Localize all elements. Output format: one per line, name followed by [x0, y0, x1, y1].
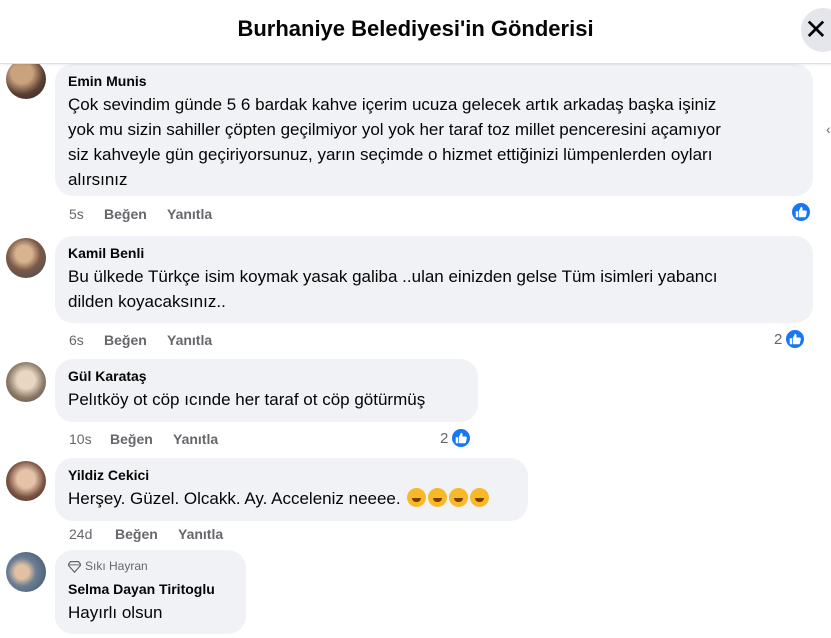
comment-text-line: Hayırlı olsun	[68, 603, 163, 622]
laughing-emoji-icon	[470, 488, 490, 507]
reaction-count: 2	[774, 330, 783, 348]
close-button[interactable]: ✕	[801, 8, 831, 52]
laughing-emoji-icon	[449, 488, 469, 507]
reaction-count: 2	[440, 429, 449, 447]
avatar[interactable]	[6, 362, 46, 402]
comment-text-line: alırsınız	[68, 170, 128, 189]
comment-author[interactable]: Yildiz Cekici	[68, 466, 515, 484]
reply-button[interactable]: Yanıtla	[178, 526, 223, 542]
reply-button[interactable]: Yanıtla	[167, 332, 212, 348]
comment-text: Hayırlı olsun	[68, 600, 233, 625]
comment-bubble: Kamil Benli Bu ülkede Türkçe isim koymak…	[55, 236, 813, 323]
reaction-summary[interactable]: 2	[774, 328, 807, 350]
top-fan-label: Sıkı Hayran	[85, 559, 148, 573]
comment-text-line: Bu ülkede Türkçe isim koymak yasak galib…	[68, 267, 718, 286]
comment-text-line: Çok sevindim günde 5 6 bardak kahve içer…	[68, 95, 717, 114]
dialog-header: Burhaniye Belediyesi'in Gönderisi ✕	[0, 0, 831, 64]
reaction-summary[interactable]	[788, 201, 812, 223]
comment-author[interactable]: Gül Karataş	[68, 367, 465, 385]
like-button[interactable]: Beğen	[115, 526, 158, 542]
comment-text-line: siz kahveyle gün geçiriyorsunuz, yarın s…	[68, 145, 713, 164]
dialog-title: Burhaniye Belediyesi'in Gönderisi	[237, 16, 594, 41]
laughing-emoji-icon	[407, 488, 427, 507]
avatar[interactable]	[6, 552, 46, 592]
comment-time[interactable]: 24d	[69, 526, 92, 542]
like-icon	[450, 427, 473, 449]
comment-text: Çok sevindim günde 5 6 bardak kahve içer…	[68, 92, 800, 192]
comment-text-line: Pelıtköy ot cöp ıcınde her taraf ot cöp …	[68, 390, 426, 409]
comment-text-line: dilden koyacaksınız..	[68, 292, 226, 311]
comment-bubble: Sıkı Hayran Selma Dayan Tiritoglu Hayırl…	[55, 550, 246, 634]
comment-author[interactable]: Selma Dayan Tiritoglu	[68, 580, 233, 598]
comment-time[interactable]: 5s	[69, 206, 84, 222]
top-fan-badge[interactable]: Sıkı Hayran	[68, 558, 233, 574]
comment-author[interactable]: Kamil Benli	[68, 244, 800, 262]
close-icon: ✕	[804, 14, 828, 45]
comment-time[interactable]: 10s	[69, 431, 92, 447]
comment-bubble: Gül Karataş Pelıtköy ot cöp ıcınde her t…	[55, 359, 478, 422]
comment-bubble: Yildiz Cekici Herşey. Güzel. Olcakk. Ay.…	[55, 458, 528, 521]
like-icon	[790, 201, 812, 223]
diamond-icon	[68, 560, 81, 573]
reaction-summary[interactable]: 2	[440, 427, 473, 449]
like-button[interactable]: Beğen	[110, 431, 153, 447]
like-button[interactable]: Beğen	[104, 206, 147, 222]
laughing-emoji-icon	[428, 488, 448, 507]
comment-author[interactable]: Emin Munis	[68, 72, 800, 90]
avatar[interactable]	[6, 238, 46, 278]
comment-text: Pelıtköy ot cöp ıcınde her taraf ot cöp …	[68, 387, 465, 412]
comment-text-line: Herşey. Güzel. Olcakk. Ay. Acceleniz nee…	[68, 489, 401, 508]
comment-time[interactable]: 6s	[69, 332, 84, 348]
scroll-indicator[interactable]: ‹	[826, 121, 831, 137]
comment-text: Bu ülkede Türkçe isim koymak yasak galib…	[68, 264, 800, 314]
reply-button[interactable]: Yanıtla	[167, 206, 212, 222]
reply-button[interactable]: Yanıtla	[173, 431, 218, 447]
comment-bubble: Emin Munis Çok sevindim günde 5 6 bardak…	[55, 64, 813, 196]
avatar[interactable]	[6, 59, 46, 99]
like-icon	[784, 328, 807, 350]
comment-text: Herşey. Güzel. Olcakk. Ay. Acceleniz nee…	[68, 486, 515, 511]
avatar[interactable]	[6, 461, 46, 501]
like-button[interactable]: Beğen	[104, 332, 147, 348]
comment-text-line: yok mu sizin sahiller çöpten geçilmiyor …	[68, 120, 721, 139]
